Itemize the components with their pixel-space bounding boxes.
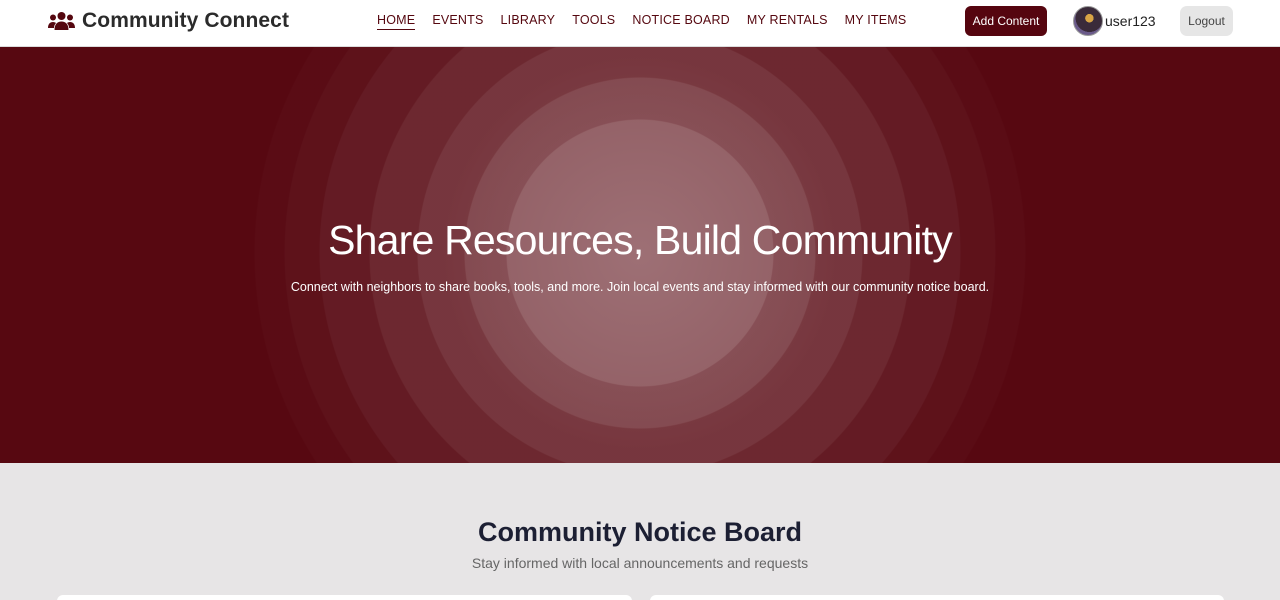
nav-my-items[interactable]: MY ITEMS xyxy=(845,13,907,30)
hero-title: Share Resources, Build Community xyxy=(328,217,953,263)
nav-notice-board[interactable]: NOTICE BOARD xyxy=(632,13,730,30)
nav-my-rentals[interactable]: MY RENTALS xyxy=(747,13,828,30)
main-nav: HOME EVENTS LIBRARY TOOLS NOTICE BOARD M… xyxy=(377,13,923,30)
nav-events[interactable]: EVENTS xyxy=(432,13,483,30)
nav-library[interactable]: LIBRARY xyxy=(501,13,556,30)
hero-subtitle: Connect with neighbors to share books, t… xyxy=(290,280,990,294)
notice-card[interactable] xyxy=(650,595,1224,600)
username: user123 xyxy=(1105,13,1156,29)
top-navbar: Community Connect HOME EVENTS LIBRARY TO… xyxy=(0,0,1280,47)
notice-card[interactable] xyxy=(57,595,632,600)
avatar[interactable] xyxy=(1073,6,1103,36)
user-menu[interactable]: user123 xyxy=(1073,6,1156,36)
nav-home[interactable]: HOME xyxy=(377,13,416,30)
notice-board-section: Community Notice Board Stay informed wit… xyxy=(0,463,1280,600)
add-content-button[interactable]: Add Content xyxy=(965,6,1047,36)
logout-button[interactable]: Logout xyxy=(1180,6,1233,36)
brand[interactable]: Community Connect xyxy=(48,9,289,33)
hero-banner: Share Resources, Build Community Connect… xyxy=(0,47,1280,463)
nav-tools[interactable]: TOOLS xyxy=(572,13,615,30)
section-subtitle: Stay informed with local announcements a… xyxy=(471,555,809,571)
users-group-icon xyxy=(48,12,75,30)
section-title: Community Notice Board xyxy=(477,517,803,547)
brand-name: Community Connect xyxy=(82,9,290,32)
